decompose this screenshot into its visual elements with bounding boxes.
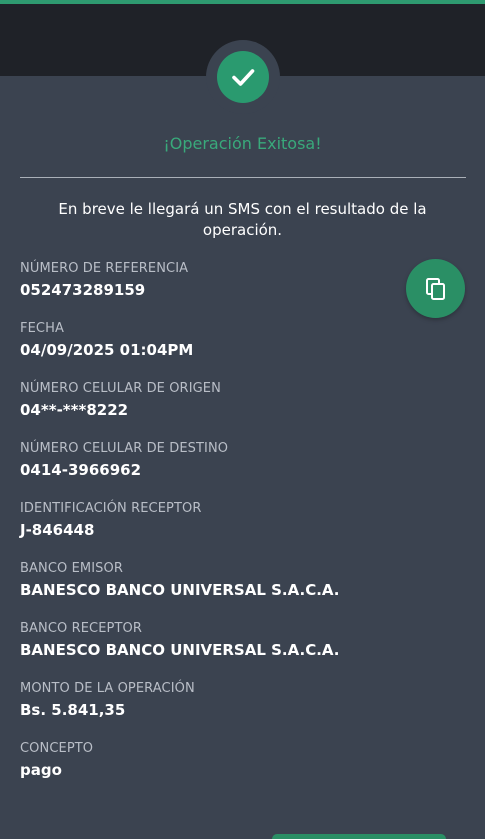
check-icon <box>232 69 255 86</box>
success-badge <box>217 51 269 103</box>
field-value: BANESCO BANCO UNIVERSAL S.A.C.A. <box>20 581 340 599</box>
field-value: 04/09/2025 01:04PM <box>20 341 194 359</box>
field-label: IDENTIFICACIÓN RECEPTOR <box>20 501 202 516</box>
field-value: J-846448 <box>20 521 95 539</box>
field-label: FECHA <box>20 321 64 336</box>
field-label: NÚMERO CELULAR DE DESTINO <box>20 441 229 456</box>
field-receiver-id: IDENTIFICACIÓN RECEPTOR J-846448 <box>20 500 440 540</box>
field-label: BANCO EMISOR <box>20 561 123 576</box>
field-origin-phone: NÚMERO CELULAR DE ORIGEN 04**-***8222 <box>20 380 440 420</box>
status-message: En breve le llegará un SMS con el result… <box>58 200 427 239</box>
field-label: NÚMERO CELULAR DE ORIGEN <box>20 381 221 396</box>
field-value: pago <box>20 761 62 779</box>
field-reference-number: NÚMERO DE REFERENCIA 052473289159 <box>20 260 440 300</box>
field-label: BANCO RECEPTOR <box>20 621 142 636</box>
field-label: MONTO DE LA OPERACIÓN <box>20 681 195 696</box>
bottom-action-button-edge[interactable] <box>272 834 446 839</box>
field-amount: MONTO DE LA OPERACIÓN Bs. 5.841,35 <box>20 680 440 720</box>
divider <box>20 177 466 178</box>
field-concept: CONCEPTO pago <box>20 740 440 780</box>
field-value: 052473289159 <box>20 281 146 299</box>
field-value: 04**-***8222 <box>20 401 129 419</box>
field-label: CONCEPTO <box>20 741 94 756</box>
field-destination-phone: NÚMERO CELULAR DE DESTINO 0414-3966962 <box>20 440 440 480</box>
field-value: Bs. 5.841,35 <box>20 701 126 719</box>
field-issuing-bank: BANCO EMISOR BANESCO BANCO UNIVERSAL S.A… <box>20 560 440 600</box>
field-value: 0414-3966962 <box>20 461 142 479</box>
field-date: FECHA 04/09/2025 01:04PM <box>20 320 440 360</box>
field-receiving-bank: BANCO RECEPTOR BANESCO BANCO UNIVERSAL S… <box>20 620 440 660</box>
field-value: BANESCO BANCO UNIVERSAL S.A.C.A. <box>20 641 340 659</box>
page-title: ¡Operación Exitosa! <box>163 134 322 153</box>
field-label: NÚMERO DE REFERENCIA <box>20 261 189 276</box>
